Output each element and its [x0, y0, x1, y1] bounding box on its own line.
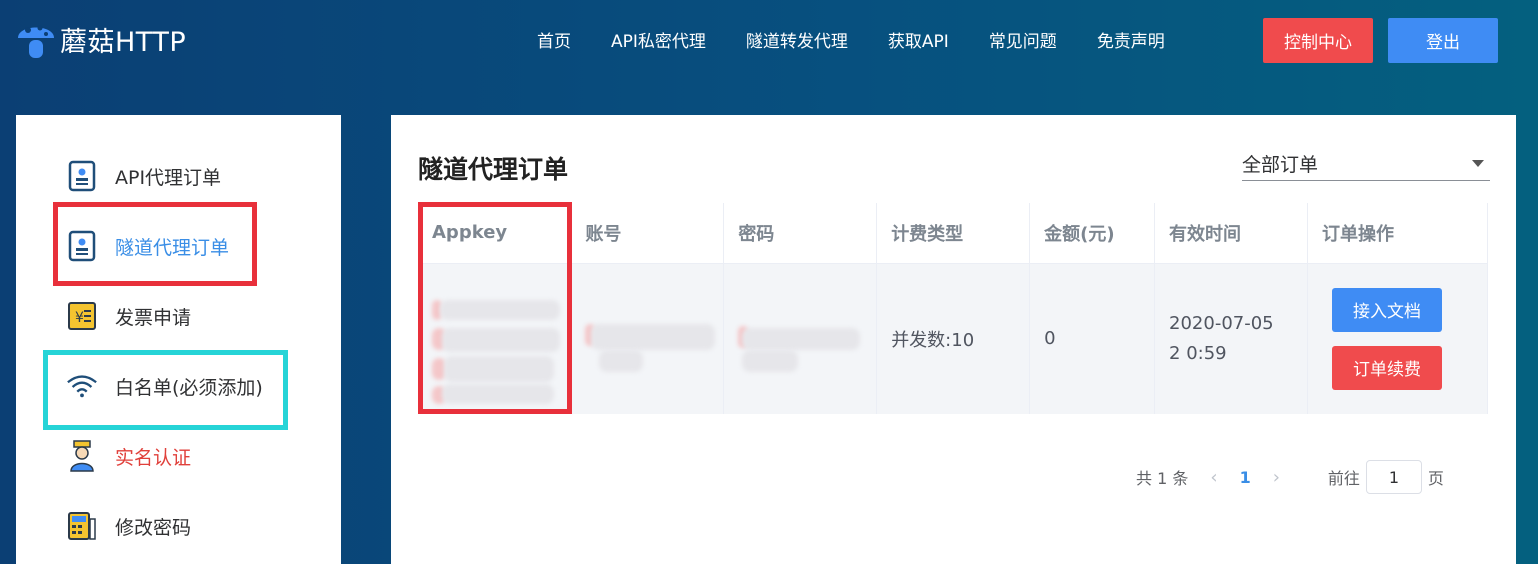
column-header: 有效时间 [1154, 203, 1308, 264]
access-doc-button[interactable]: 接入文档 [1331, 287, 1442, 332]
sidebar-item-label: 实名认证 [115, 446, 192, 469]
table-header-row: Appkey 账号 密码 计费类型 金额(元) 有效时间 订单操作 [418, 203, 1489, 264]
svg-text:¥: ¥ [75, 310, 84, 326]
valid-time-cell: 2020-07-05 2 0:59 [1154, 263, 1308, 414]
orders-panel: 隧道代理订单 全部订单 Appkey 账号 密码 计费类型 金额(元) 有效时间… [391, 115, 1516, 564]
nav-api-private-proxy[interactable]: API私密代理 [611, 27, 706, 52]
account-cell-redacted [570, 263, 725, 414]
redacted-password [738, 284, 876, 394]
highlight-box-tunnel-orders [53, 202, 257, 286]
logout-button[interactable]: 登出 [1388, 18, 1498, 63]
console-button[interactable]: 控制中心 [1263, 18, 1373, 63]
column-header: 计费类型 [876, 203, 1031, 264]
operations-cell: 接入文档 订单续费 [1307, 263, 1489, 414]
amount-cell: 0 [1029, 263, 1156, 414]
column-header: 密码 [723, 203, 878, 264]
order-filter-value: 全部订单 [1242, 154, 1319, 176]
caret-down-icon [1472, 160, 1484, 167]
renew-order-button[interactable]: 订单续费 [1331, 345, 1442, 390]
next-page-icon[interactable]: › [1273, 467, 1280, 488]
id-card-icon [66, 160, 98, 192]
nav-disclaimer[interactable]: 免责声明 [1097, 27, 1165, 52]
keypad-icon [66, 510, 98, 542]
prev-page-icon[interactable]: ‹ [1210, 467, 1217, 488]
column-header: 账号 [570, 203, 725, 264]
sidebar-item-change-password[interactable]: 修改密码 [66, 510, 191, 542]
pagination: 共 1 条 ‹ 1 › 前往 1 页 [1136, 460, 1444, 494]
table-row: 并发数:10 0 2020-07-05 2 0:59 接入文档 订单续费 [418, 263, 1489, 414]
invoice-icon: ¥ [66, 300, 98, 332]
nav-tunnel-proxy[interactable]: 隧道转发代理 [746, 27, 848, 52]
logo-text: 蘑菇HTTP [60, 26, 187, 58]
page-number-current[interactable]: 1 [1240, 468, 1251, 487]
page-suffix: 页 [1427, 469, 1444, 488]
nav-home[interactable]: 首页 [537, 27, 571, 52]
column-header: 订单操作 [1307, 203, 1489, 264]
orders-table: Appkey 账号 密码 计费类型 金额(元) 有效时间 订单操作 并发数:10… [418, 203, 1489, 414]
billing-type-cell: 并发数:10 [876, 263, 1031, 414]
redacted-account [585, 284, 723, 394]
valid-time-text: 2020-07-05 2 0:59 [1169, 312, 1274, 364]
pagination-total: 共 1 条 [1136, 469, 1189, 488]
goto-label: 前往 [1327, 469, 1360, 488]
sidebar-item-invoice[interactable]: ¥ 发票申请 [66, 300, 191, 332]
password-cell-redacted [723, 263, 878, 414]
sidebar-item-api-orders[interactable]: API代理订单 [66, 160, 221, 192]
page-title: 隧道代理订单 [418, 155, 569, 184]
nav-faq[interactable]: 常见问题 [989, 27, 1057, 52]
column-header: 金额(元) [1029, 203, 1156, 264]
nav-get-api[interactable]: 获取API [888, 27, 949, 52]
sidebar-item-label: 发票申请 [115, 306, 192, 329]
highlight-box-whitelist [43, 350, 288, 430]
top-nav: 首页 API私密代理 隧道转发代理 获取API 常见问题 免责声明 [537, 27, 1205, 52]
sidebar-item-label: 修改密码 [115, 516, 192, 539]
logo[interactable]: 蘑菇HTTP [14, 16, 186, 62]
sidebar-item-real-name[interactable]: 实名认证 [66, 440, 191, 472]
sidebar: API代理订单 隧道代理订单 ¥ 发票申请 白名单(必须添加) 实名认证 修改密… [16, 115, 341, 564]
sidebar-item-label: API代理订单 [115, 166, 222, 189]
order-filter-select[interactable]: 全部订单 [1242, 147, 1490, 181]
user-badge-icon [66, 440, 98, 472]
goto-page-input[interactable]: 1 [1365, 460, 1422, 494]
mushroom-logo-icon [14, 16, 58, 62]
highlight-box-appkey [418, 202, 572, 414]
